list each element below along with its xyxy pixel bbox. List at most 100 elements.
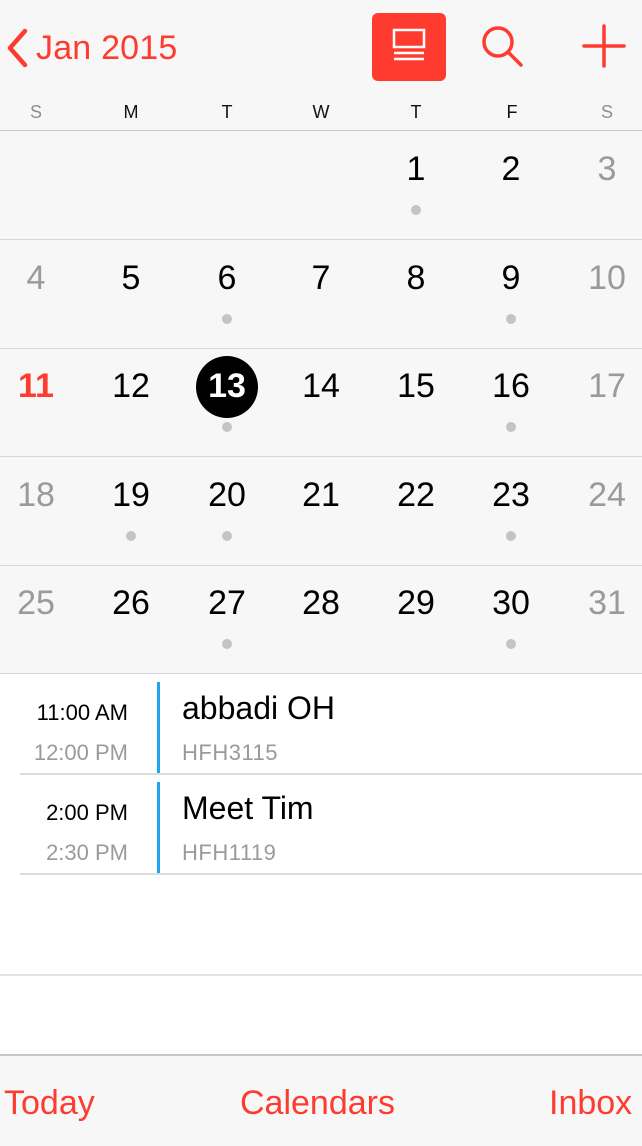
empty-day-cell — [181, 131, 273, 239]
event-start-time: 2:00 PM — [46, 800, 128, 825]
day-cell[interactable]: 11 — [0, 348, 82, 456]
weekday-label: S — [29, 102, 42, 122]
event-list: 11:00 AM 12:00 PM abbadi OH HFH3115 2:00… — [0, 674, 642, 1054]
day-cell[interactable]: 14 — [275, 348, 367, 456]
day-number: 27 — [208, 584, 246, 623]
event-dot-indicator — [506, 530, 516, 541]
day-cell[interactable]: 3 — [561, 131, 642, 239]
day-cell[interactable]: 6 — [181, 240, 273, 348]
inbox-button[interactable]: Inbox — [549, 1084, 632, 1123]
day-number: 5 — [121, 258, 141, 297]
event-location: HFH1119 — [182, 840, 277, 865]
event-dot-indicator — [222, 639, 232, 650]
search-icon — [478, 26, 526, 74]
day-cell[interactable]: 26 — [85, 565, 177, 673]
day-number: 26 — [112, 584, 150, 623]
day-number: 11 — [18, 367, 54, 406]
divider — [20, 773, 642, 775]
week-row: 18 19 20 21 22 23 24 — [0, 457, 642, 566]
weekday-label: T — [221, 102, 233, 122]
weekday-label: W — [312, 102, 330, 122]
day-number: 9 — [501, 258, 521, 297]
chevron-left-icon — [6, 28, 28, 68]
calendar-color-bar — [157, 782, 160, 874]
day-number: 16 — [492, 367, 530, 406]
event-dot-indicator — [222, 530, 232, 541]
weekday-label: F — [506, 102, 518, 122]
day-number: 20 — [208, 475, 246, 514]
month-grid: 1 2 3 4 5 6 7 8 9 10 11 12 13 14 15 16 17 18 19 20 21 22 23 24 2… — [0, 131, 642, 675]
today-button[interactable]: Today — [4, 1084, 95, 1123]
day-cell[interactable]: 9 — [465, 240, 557, 348]
month-year-label: Jan 2015 — [36, 28, 178, 67]
day-cell[interactable]: 18 — [0, 457, 82, 565]
day-number: 23 — [492, 475, 530, 514]
week-row: 11 12 13 14 15 16 17 — [0, 348, 642, 458]
day-number: 13 — [208, 367, 246, 406]
day-cell[interactable]: 27 — [181, 565, 273, 673]
event-dot-indicator — [222, 313, 232, 324]
search-button[interactable] — [478, 22, 526, 70]
day-cell[interactable]: 5 — [85, 240, 177, 348]
empty-day-cell — [85, 131, 177, 239]
day-cell[interactable]: 12 — [85, 348, 177, 456]
day-cell[interactable]: 1 — [370, 131, 462, 239]
event-end-time: 2:30 PM — [46, 840, 128, 865]
day-cell[interactable]: 2 — [465, 131, 557, 239]
weekday-label: T — [410, 102, 422, 122]
day-cell[interactable]: 10 — [561, 240, 642, 348]
calendars-button[interactable]: Calendars — [240, 1084, 395, 1123]
day-cell[interactable]: 8 — [370, 240, 462, 348]
event-location: HFH3115 — [182, 740, 279, 765]
day-cell[interactable]: 20 — [181, 457, 273, 565]
day-number: 1 — [406, 150, 426, 188]
day-number: 7 — [311, 258, 331, 297]
bottom-toolbar: Today Calendars Inbox — [0, 1054, 642, 1146]
day-number: 4 — [26, 258, 46, 297]
event-dot-indicator — [411, 205, 421, 215]
day-cell[interactable]: 23 — [465, 457, 557, 565]
day-cell[interactable]: 16 — [465, 348, 557, 456]
divider — [20, 873, 642, 875]
list-view-icon — [391, 28, 427, 67]
event-dot-indicator — [126, 530, 136, 541]
week-row: 25 26 27 28 29 30 31 — [0, 565, 642, 675]
day-cell[interactable]: 13 — [181, 348, 273, 456]
day-number: 19 — [112, 475, 150, 514]
back-button[interactable]: Jan 2015 — [0, 20, 178, 76]
event-title: Meet Tim — [182, 790, 314, 826]
weekday-header: S M T W T F S — [0, 98, 642, 131]
day-cell[interactable]: 4 — [0, 240, 82, 348]
day-number: 3 — [597, 150, 617, 188]
day-number: 14 — [302, 367, 340, 406]
day-cell[interactable]: 29 — [370, 565, 462, 673]
day-number: 29 — [397, 584, 435, 623]
add-event-button[interactable] — [580, 22, 628, 70]
event-end-time: 12:00 PM — [33, 740, 128, 765]
calendar-color-bar — [157, 682, 160, 774]
event-title: abbadi OH — [182, 690, 335, 726]
week-row: 4 5 6 7 8 9 10 — [0, 240, 642, 349]
day-number: 10 — [588, 258, 626, 297]
week-row: 1 2 3 — [0, 131, 642, 240]
day-cell[interactable]: 17 — [561, 348, 642, 456]
day-cell[interactable]: 30 — [465, 565, 557, 673]
day-cell[interactable]: 25 — [0, 565, 82, 673]
day-number: 8 — [406, 258, 426, 297]
day-cell[interactable]: 21 — [275, 457, 367, 565]
event-row[interactable]: 2:00 PM 2:30 PM Meet Tim HFH1119 — [0, 778, 642, 878]
day-number: 18 — [17, 475, 55, 514]
event-dot-indicator — [506, 639, 516, 650]
event-row[interactable]: 11:00 AM 12:00 PM abbadi OH HFH3115 — [0, 678, 642, 778]
list-view-toggle-button[interactable] — [372, 13, 446, 81]
day-cell[interactable]: 15 — [370, 348, 462, 456]
event-dot-indicator — [506, 313, 516, 324]
day-cell[interactable]: 31 — [561, 565, 642, 673]
day-cell[interactable]: 19 — [85, 457, 177, 565]
day-cell[interactable]: 22 — [370, 457, 462, 565]
event-dot-indicator — [222, 422, 232, 433]
day-cell[interactable]: 24 — [561, 457, 642, 565]
day-cell[interactable]: 7 — [275, 240, 367, 348]
day-cell[interactable]: 28 — [275, 565, 367, 673]
weekday-label: M — [123, 102, 139, 122]
